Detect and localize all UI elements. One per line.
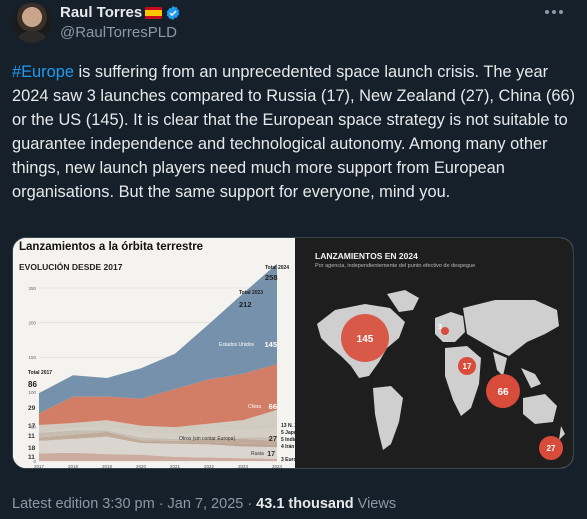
x-tick-label: 2019 [102, 464, 113, 469]
meta-separator: · [158, 496, 164, 512]
series-outside-label: 4 Irán [281, 444, 294, 450]
left-series-value: 17 [28, 423, 36, 430]
left-series-value: 29 [28, 405, 36, 412]
tweet-text: #Europe is suffering from an unprecedent… [12, 60, 577, 204]
total-2017-caption: Total 2017 [28, 370, 52, 376]
series-name-label: Otros (sin contar Europa) [179, 436, 235, 442]
y-tick-label: 250 [28, 286, 36, 291]
x-tick-label: 2024 [272, 464, 283, 469]
series-outside-label: 5 Japón [281, 430, 295, 436]
total-2023-caption: Total 2023 [239, 290, 263, 296]
author-name-row[interactable]: Raul Torres [60, 4, 181, 21]
tweet-body: is suffering from an unprecedented space… [12, 63, 576, 201]
map-title: LANZAMIENTOS EN 2024 [315, 251, 418, 261]
left-series-value: 18 [28, 445, 36, 452]
y-tick-label: 200 [28, 321, 36, 326]
author-handle[interactable]: @RaulTorresPLD [60, 24, 177, 41]
bubble-label-new-zealand: 27 [547, 444, 556, 453]
views-count: 43.1 thousand [256, 496, 354, 512]
x-tick-label: 2022 [204, 464, 215, 469]
area-chart-svg: 0501001502002502017 2018 2019 2020 2021 2022 2… [28, 263, 295, 469]
meta-separator: · [247, 496, 253, 512]
series-outside-label: 5 India [281, 437, 295, 443]
map-subtitle: Por agencia, independientemente del punt… [315, 263, 476, 269]
series-value-label: 145 [264, 340, 277, 349]
author-name[interactable]: Raul Torres [60, 4, 142, 21]
total-2023-value: 212 [239, 300, 252, 309]
series-value-label: 66 [269, 402, 277, 411]
tweet-time[interactable]: Latest edition 3:30 pm [12, 496, 155, 512]
series-value-label: 17 [267, 451, 275, 458]
left-series-value: 11 [28, 433, 35, 440]
bubble-label-usa: 145 [357, 334, 374, 345]
tweet-date[interactable]: Jan 7, 2025 [168, 496, 244, 512]
map-land [317, 290, 565, 450]
author-avatar[interactable] [12, 3, 52, 43]
series-name-label: Rusia [251, 451, 264, 457]
total-2024-caption: Total 2024 [265, 265, 289, 271]
y-tick-label: 100 [28, 390, 36, 395]
launch-world-map: 145 3 17 66 27 LANZAMIENTOS EN 2024 Por … [295, 238, 573, 468]
series-value-label: 27 [269, 434, 277, 443]
world-map-svg: 145 3 17 66 27 [317, 290, 565, 460]
series-outside-label: 3 Europa [281, 457, 295, 463]
more-options-icon[interactable] [545, 6, 567, 18]
series-outside-label: 13 N. Zelanda [281, 423, 295, 429]
series-name-label: Estados Unidos [219, 342, 255, 348]
tweet: Raul Torres @RaulTorresPLD #Europe is su… [0, 0, 587, 519]
views-label: Views [357, 496, 397, 512]
x-tick-label: 2023 [238, 464, 249, 469]
hashtag-link[interactable]: #Europe [12, 63, 74, 81]
x-tick-label: 2017 [34, 464, 45, 469]
bubble-europe [441, 327, 449, 335]
x-tick-label: 2018 [68, 464, 79, 469]
spain-flag-icon [145, 6, 163, 19]
chart-title: Lanzamientos a la órbita terrestre [19, 241, 204, 253]
series-name-label: China [248, 404, 261, 410]
x-tick-label: 2020 [136, 464, 147, 469]
tweet-media-image[interactable]: 0 50 100 150 200 250 2017 2018 2019 2020 2021 2022 2… [12, 237, 574, 469]
x-tick-label: 2021 [170, 464, 181, 469]
total-2024-value: 258 [265, 273, 278, 282]
left-series-value: 11 [28, 454, 35, 461]
y-tick-label: 150 [28, 355, 36, 360]
total-2017-value: 86 [28, 380, 37, 389]
bubble-label-europe: 3 [438, 324, 442, 331]
chart-subtitle: EVOLUCIÓN DESDE 2017 [19, 262, 123, 272]
launch-evolution-chart: 0 50 100 150 200 250 2017 2018 2019 2020 2021 2022 2… [13, 238, 295, 469]
bubble-label-russia: 17 [463, 362, 472, 371]
verified-badge-icon [166, 5, 180, 20]
tweet-meta: Latest edition 3:30 pm · Jan 7, 2025 · 4… [12, 496, 396, 512]
bubble-label-china: 66 [497, 387, 509, 398]
